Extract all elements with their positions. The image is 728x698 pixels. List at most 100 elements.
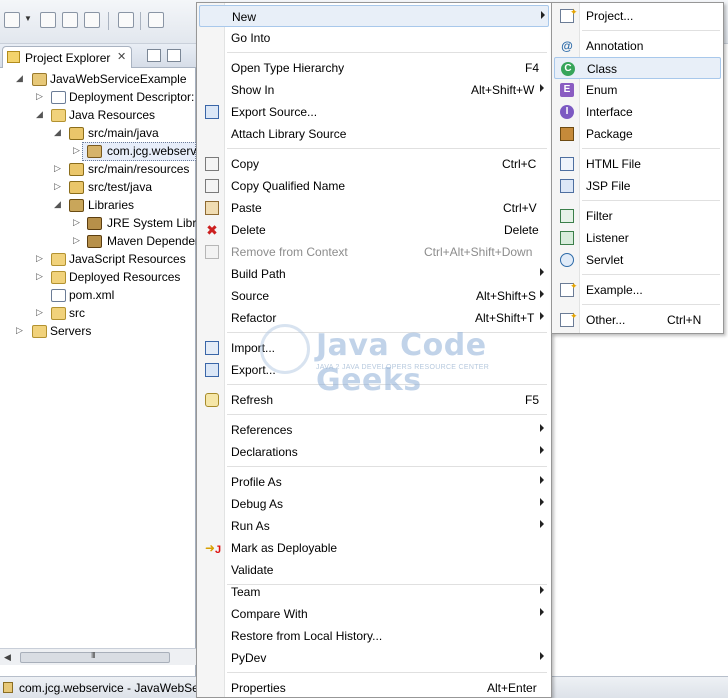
submenu-item-enum[interactable]: E Enum [554, 79, 721, 101]
tree-item-src-test-java[interactable]: ▷ src/test/java [0, 179, 196, 197]
menu-item-export-source[interactable]: Export Source... [199, 101, 549, 123]
menu-item-restore-from-local-history[interactable]: Restore from Local History... [199, 625, 549, 647]
menu-item-export[interactable]: Export... [199, 359, 549, 381]
menu-item-run-as[interactable]: Run As [199, 515, 549, 537]
menu-item-attach-library-source[interactable]: Attach Library Source [199, 123, 549, 145]
expanded-arrow-icon[interactable]: ◢ [16, 73, 23, 84]
tree-item-project[interactable]: ◢ JavaWebServiceExample [0, 71, 196, 89]
menu-item-label: Interface [586, 105, 633, 119]
scrollbar-thumb[interactable]: III [20, 651, 170, 663]
collapse-all-icon[interactable] [147, 49, 161, 62]
folder-icon [32, 325, 47, 338]
link-with-editor-icon[interactable] [167, 49, 181, 62]
menu-separator [227, 52, 547, 53]
menu-item-pydev[interactable]: PyDev [199, 647, 549, 669]
collapsed-arrow-icon[interactable]: ▷ [54, 163, 61, 174]
menu-item-copy[interactable]: Copy Ctrl+C [199, 153, 549, 175]
tree-item-java-resources[interactable]: ◢ Java Resources [0, 107, 196, 125]
tree-item-package-selected[interactable]: ▷ com.jcg.webserv [0, 143, 196, 161]
menu-item-shortcut: Ctrl+V [503, 201, 537, 215]
submenu-item-example[interactable]: ✦ Example... [554, 279, 721, 301]
binary-icon[interactable] [118, 12, 134, 28]
collapsed-arrow-icon[interactable]: ▷ [73, 217, 80, 228]
horizontal-scrollbar[interactable]: ◀ III [0, 648, 196, 665]
tree-item-src-main-resources[interactable]: ▷ src/main/resources [0, 161, 196, 179]
submenu-item-html-file[interactable]: HTML File [554, 153, 721, 175]
tree-item-pom-xml[interactable]: pom.xml [0, 287, 196, 305]
menu-item-label: References [231, 423, 293, 437]
menu-item-new[interactable]: New [199, 5, 549, 27]
tree-item-src-main-java[interactable]: ◢ src/main/java [0, 125, 196, 143]
menu-item-shortcut: Ctrl+C [502, 157, 537, 171]
menu-item-declarations[interactable]: Declarations [199, 441, 549, 463]
expanded-arrow-icon[interactable]: ◢ [54, 127, 61, 138]
menu-item-label: Project... [586, 9, 634, 23]
new-dropdown-arrow-icon[interactable]: ▼ [24, 14, 32, 23]
menu-item-paste[interactable]: Paste Ctrl+V [199, 197, 549, 219]
tree-item-label: Deployment Descriptor: [69, 90, 195, 104]
menu-item-refactor[interactable]: Refactor Alt+Shift+T [199, 307, 549, 329]
java-resources-icon [51, 109, 66, 122]
collapsed-arrow-icon[interactable]: ▷ [36, 271, 43, 282]
submenu-item-interface[interactable]: I Interface [554, 101, 721, 123]
new-wizard-icon[interactable] [4, 12, 20, 28]
tree-item-javascript-resources[interactable]: ▷ JavaScript Resources [0, 251, 196, 269]
submenu-item-servlet[interactable]: Servlet [554, 249, 721, 271]
submenu-item-listener[interactable]: Listener [554, 227, 721, 249]
submenu-item-class[interactable]: C Class [554, 57, 721, 79]
menu-separator [582, 304, 720, 305]
collapsed-arrow-icon[interactable]: ▷ [54, 181, 61, 192]
tree-item-deployment-descriptor[interactable]: ▷ Deployment Descriptor: [0, 89, 196, 107]
submenu-item-annotation[interactable]: @ Annotation [554, 35, 721, 57]
menu-item-label: JSP File [586, 179, 631, 193]
scroll-left-icon[interactable]: ◀ [4, 652, 11, 663]
menu-item-source[interactable]: Source Alt+Shift+S [199, 285, 549, 307]
collapsed-arrow-icon[interactable]: ▷ [36, 91, 43, 102]
menu-item-copy-qualified-name[interactable]: Copy Qualified Name [199, 175, 549, 197]
close-icon[interactable]: ✕ [117, 50, 126, 63]
menu-item-label: Refactor [231, 311, 277, 325]
menu-item-import[interactable]: Import... [199, 337, 549, 359]
expanded-arrow-icon[interactable]: ◢ [54, 199, 61, 210]
menu-item-team[interactable]: Team [199, 581, 549, 603]
menu-item-references[interactable]: References [199, 419, 549, 441]
submenu-item-project[interactable]: ✦ Project... [554, 5, 721, 27]
menu-item-delete[interactable]: ✖ Delete Delete [199, 219, 549, 241]
menu-item-debug-as[interactable]: Debug As [199, 493, 549, 515]
collapsed-arrow-icon[interactable]: ▷ [73, 235, 80, 246]
menu-item-open-type-hierarchy[interactable]: Open Type Hierarchy F4 [199, 57, 549, 79]
save-all-icon[interactable] [62, 12, 78, 28]
tree-item-jre-system-library[interactable]: ▷ JRE System Libra [0, 215, 203, 233]
submenu-item-jsp-file[interactable]: JSP File [554, 175, 721, 197]
menu-item-refresh[interactable]: Refresh F5 [199, 389, 549, 411]
tree-item-src[interactable]: ▷ src [0, 305, 196, 323]
tree-item-servers[interactable]: ▷ Servers [0, 323, 196, 341]
menu-item-compare-with[interactable]: Compare With [199, 603, 549, 625]
print-icon[interactable] [84, 12, 100, 28]
expanded-arrow-icon[interactable]: ◢ [36, 109, 43, 120]
submenu-item-filter[interactable]: Filter [554, 205, 721, 227]
menu-item-build-path[interactable]: Build Path [199, 263, 549, 285]
menu-item-show-in[interactable]: Show In Alt+Shift+W [199, 79, 549, 101]
tab-project-explorer[interactable]: Project Explorer ✕ [2, 46, 132, 68]
submenu-item-other[interactable]: ✦ Other... Ctrl+N [554, 309, 721, 331]
menu-item-mark-as-deployable[interactable]: ➜ J Mark as Deployable [199, 537, 549, 559]
collapsed-arrow-icon[interactable]: ▷ [36, 307, 43, 318]
submenu-item-package[interactable]: Package [554, 123, 721, 145]
menu-item-label: Validate [231, 563, 274, 577]
paste-icon [205, 201, 219, 215]
menu-item-go-into[interactable]: Go Into [199, 27, 549, 49]
tree-item-maven-dependencies[interactable]: ▷ Maven Depender [0, 233, 199, 251]
skip-breakpoints-icon[interactable] [148, 12, 164, 28]
tree-item-label: JavaWebServiceExample [50, 72, 187, 86]
menu-item-profile-as[interactable]: Profile As [199, 471, 549, 493]
collapsed-arrow-icon[interactable]: ▷ [36, 253, 43, 264]
tree-item-libraries[interactable]: ◢ Libraries [0, 197, 196, 215]
collapsed-arrow-icon[interactable]: ▷ [73, 145, 80, 156]
tree-item-deployed-resources[interactable]: ▷ Deployed Resources [0, 269, 196, 287]
tree-item-label: JRE System Libra [107, 216, 204, 230]
menu-item-validate[interactable]: Validate [199, 559, 549, 581]
collapsed-arrow-icon[interactable]: ▷ [16, 325, 23, 336]
menu-item-properties[interactable]: Properties Alt+Enter [199, 677, 549, 698]
save-icon[interactable] [40, 12, 56, 28]
